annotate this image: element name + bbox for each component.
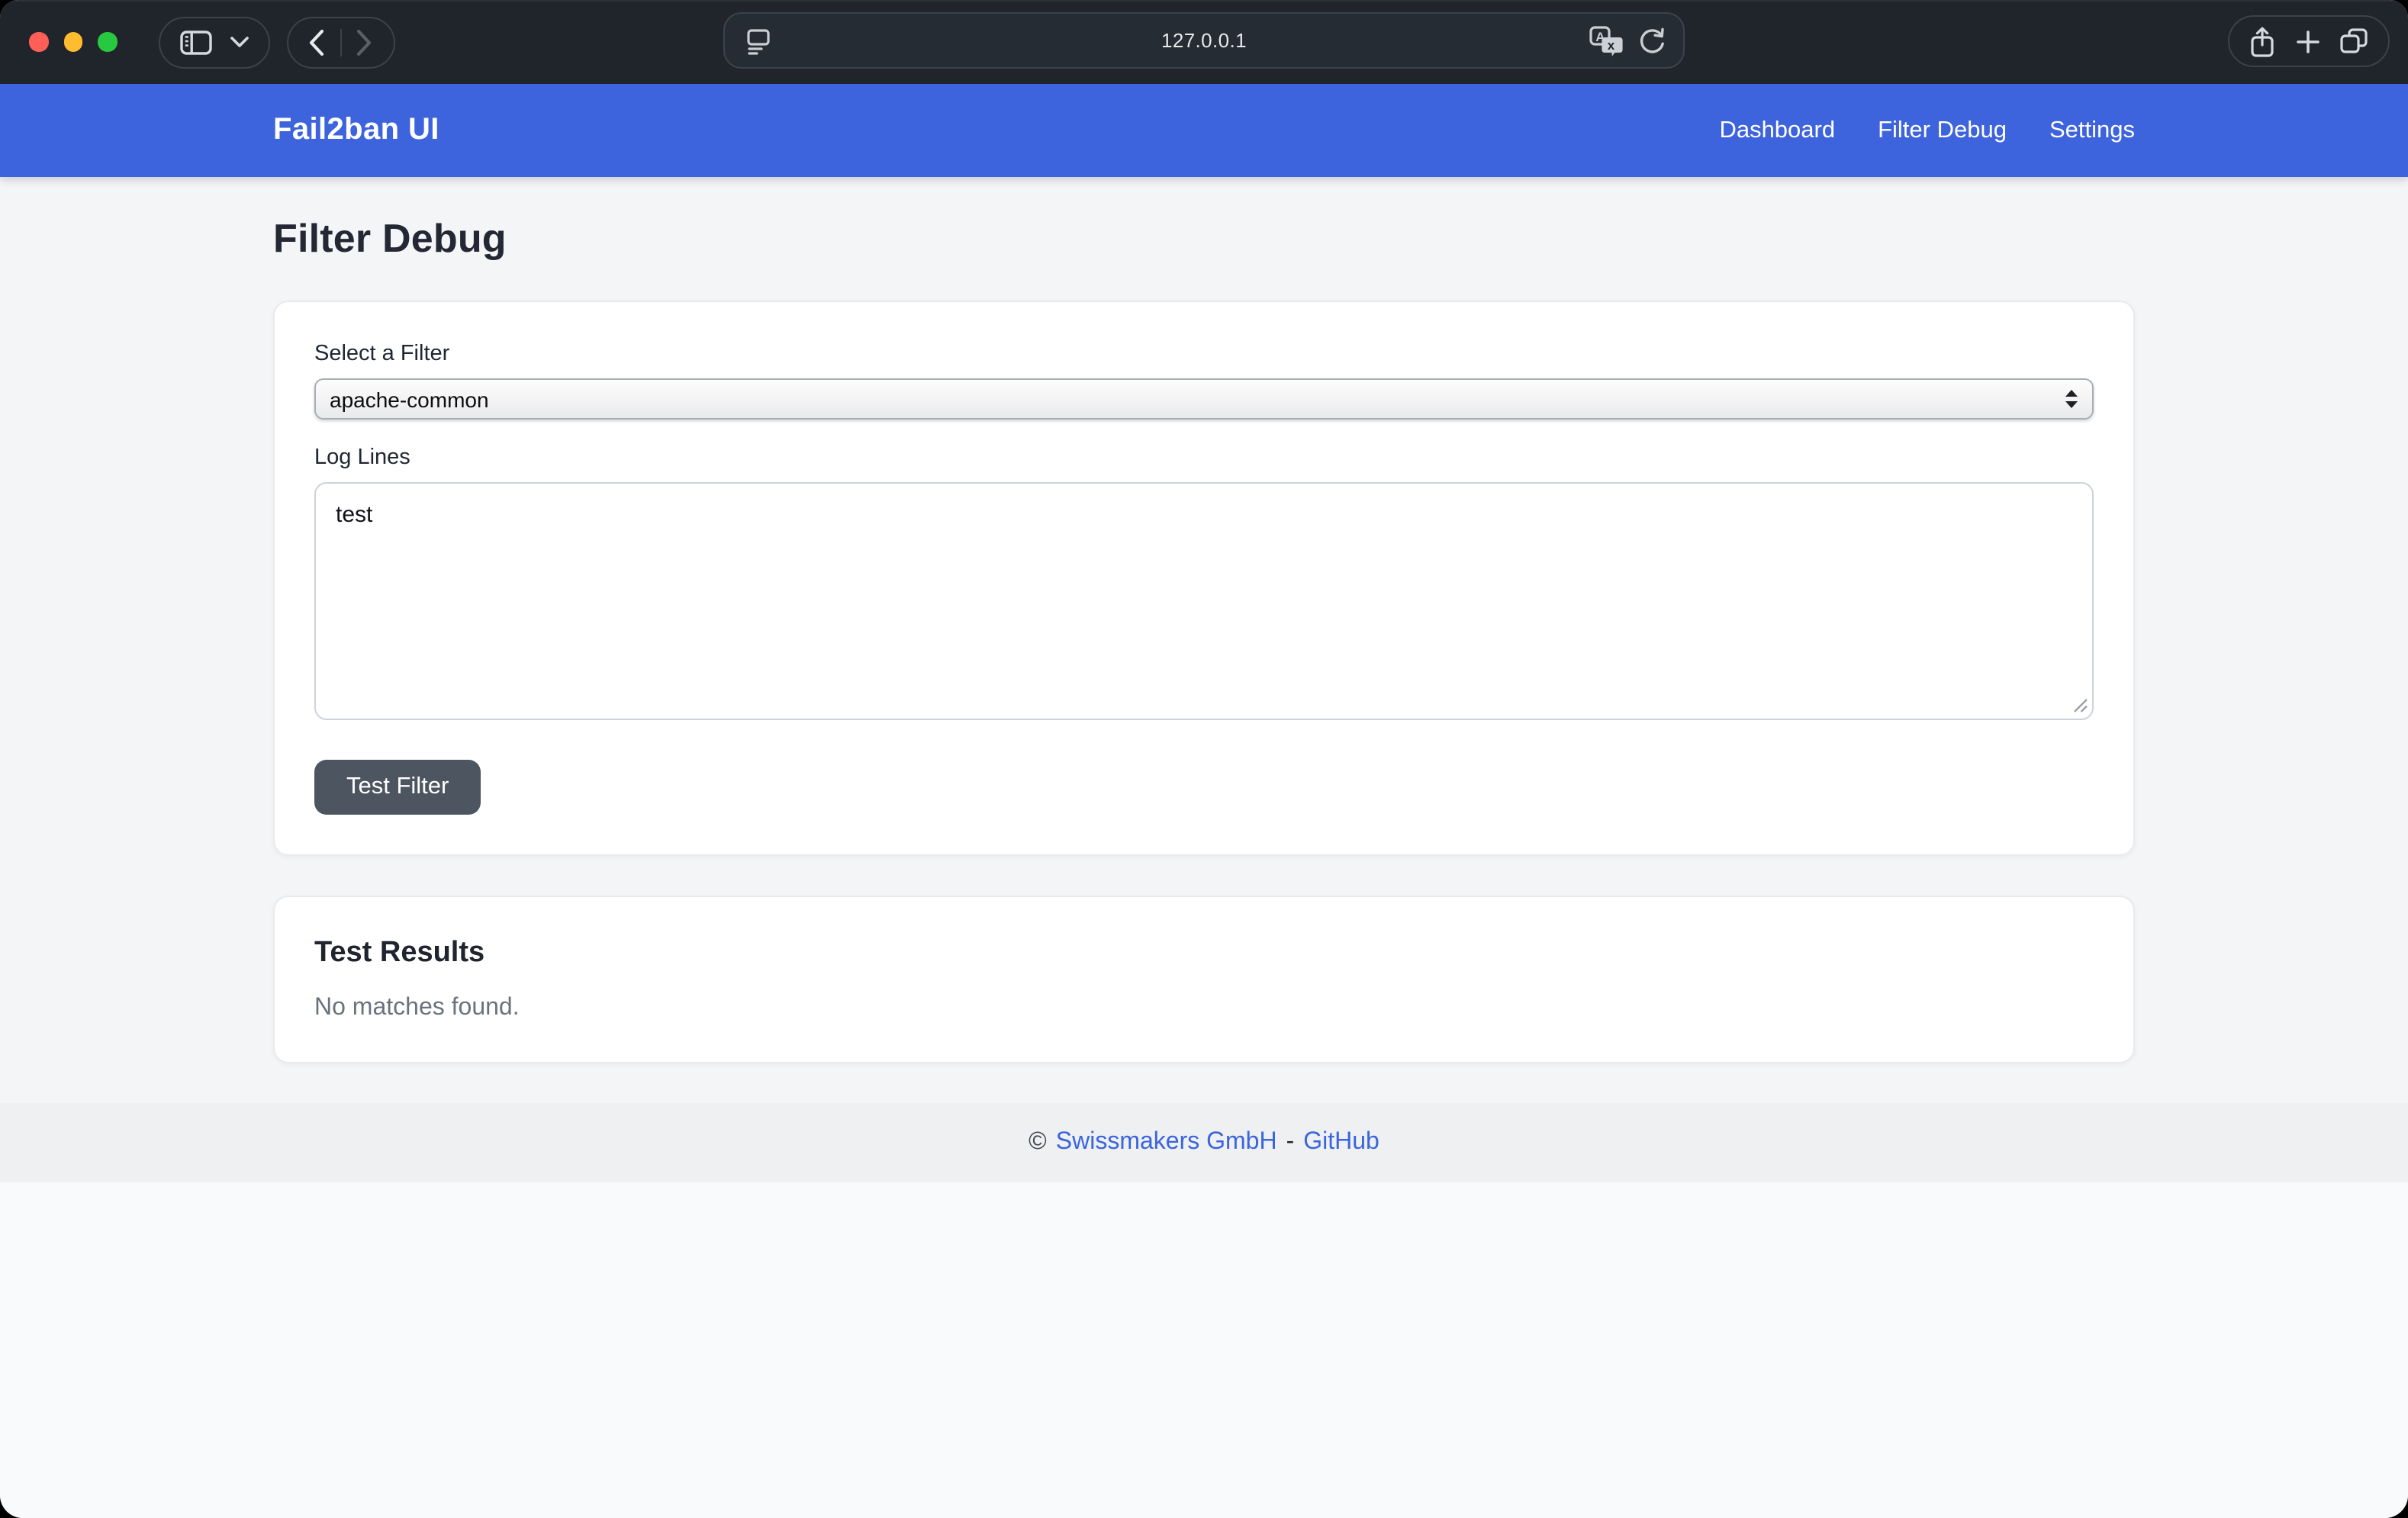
sidebar-toggle-button[interactable] <box>158 16 269 68</box>
footer-separator: - <box>1286 1129 1295 1156</box>
company-link[interactable]: Swissmakers GmbH <box>1056 1129 1277 1156</box>
nav-links: Dashboard Filter Debug Settings <box>1698 105 2156 156</box>
page-footer: © Swissmakers GmbH - GitHub <box>0 1103 2408 1182</box>
github-link[interactable]: GitHub <box>1303 1129 1379 1156</box>
browser-window: 127.0.0.1 A x <box>0 0 2408 1518</box>
nav-link-filter-debug[interactable]: Filter Debug <box>1856 105 2028 156</box>
select-arrows-icon <box>2065 389 2078 409</box>
page-format-icon[interactable] <box>745 26 772 56</box>
forward-chevron-icon <box>356 28 372 56</box>
brand-link[interactable]: Fail2ban UI <box>273 113 439 148</box>
screenshot-stage: 127.0.0.1 A x <box>0 0 2408 1518</box>
browser-toolbar: 127.0.0.1 A x <box>0 0 2408 84</box>
test-results-card: Test Results No matches found. <box>273 896 2135 1063</box>
back-chevron-icon <box>308 28 325 56</box>
back-button[interactable] <box>294 19 340 65</box>
window-controls <box>29 33 117 52</box>
nav-link-dashboard[interactable]: Dashboard <box>1698 105 1856 156</box>
chevron-down-icon <box>230 37 248 47</box>
filter-select-value: apache-common <box>330 387 489 411</box>
share-button[interactable] <box>2249 25 2275 57</box>
results-title: Test Results <box>314 937 2094 970</box>
copyright-symbol: © <box>1029 1129 1047 1156</box>
url-text: 127.0.0.1 <box>725 29 1683 52</box>
viewport-empty-area <box>0 1182 2408 1518</box>
resize-handle-icon[interactable] <box>2072 697 2088 712</box>
page-content: Filter Debug Select a Filter apache-comm… <box>0 177 2408 1103</box>
page-title: Filter Debug <box>273 215 2135 262</box>
translate-icon[interactable]: A x <box>1589 24 1624 58</box>
svg-text:x: x <box>1608 38 1615 53</box>
forward-button[interactable] <box>341 19 387 65</box>
results-message: No matches found. <box>314 995 2094 1022</box>
history-nav-group <box>286 16 394 68</box>
app-navbar: Fail2ban UI Dashboard Filter Debug Setti… <box>0 84 2408 177</box>
sidebar-icon <box>179 30 211 54</box>
address-bar[interactable]: 127.0.0.1 A x <box>723 12 1685 69</box>
minimize-window-button[interactable] <box>63 33 82 52</box>
close-window-button[interactable] <box>29 33 48 52</box>
nav-link-settings[interactable]: Settings <box>2028 105 2156 156</box>
log-lines-label: Log Lines <box>314 445 2094 470</box>
filter-select-label: Select a Filter <box>314 342 2094 366</box>
zoom-window-button[interactable] <box>98 33 117 52</box>
reload-icon[interactable] <box>1637 26 1666 56</box>
test-filter-button[interactable]: Test Filter <box>314 760 481 815</box>
new-tab-button[interactable] <box>2296 30 2319 53</box>
filter-form-card: Select a Filter apache-common Log Lines <box>273 301 2135 856</box>
filter-select[interactable]: apache-common <box>314 378 2094 420</box>
tab-overview-button[interactable] <box>2339 27 2368 55</box>
toolbar-actions-group <box>2228 15 2390 67</box>
log-lines-textarea[interactable]: test <box>314 482 2094 720</box>
